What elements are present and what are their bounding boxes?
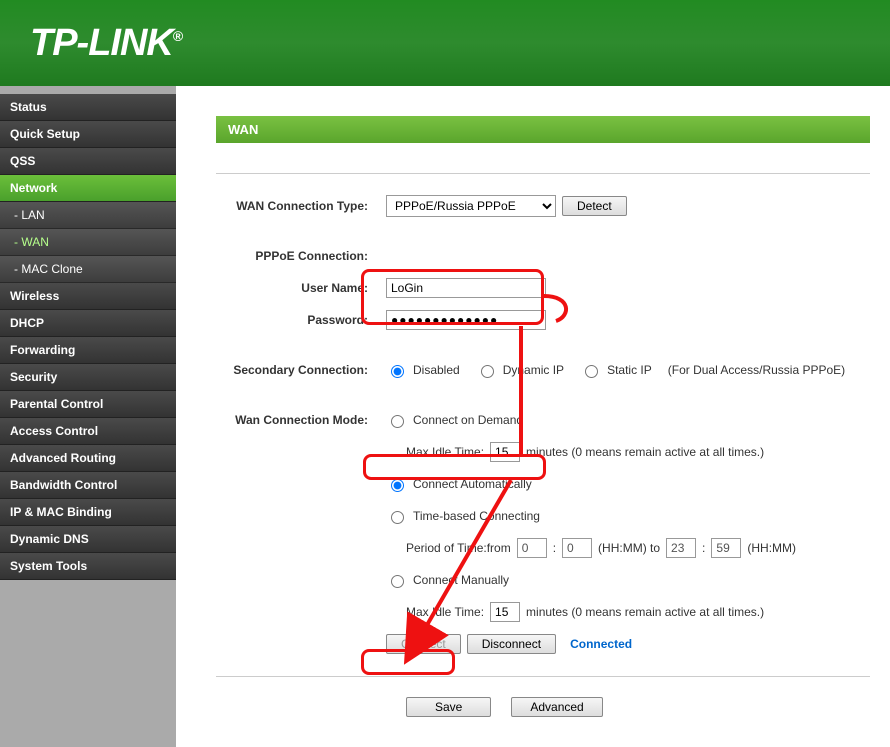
sidebar-item-advanced-routing[interactable]: Advanced Routing: [0, 445, 176, 472]
page-title: WAN: [216, 116, 870, 143]
sec-dynamic-text: Dynamic IP: [503, 363, 564, 377]
sidebar-item-qss[interactable]: QSS: [0, 148, 176, 175]
sidebar-item-access-control[interactable]: Access Control: [0, 418, 176, 445]
period-h1-input[interactable]: [517, 538, 547, 558]
connect-button[interactable]: Connect: [386, 634, 461, 654]
period-hhmm-text: (HH:MM) to: [598, 541, 660, 555]
username-label: User Name:: [216, 281, 386, 295]
sidebar-item-security[interactable]: Security: [0, 364, 176, 391]
advanced-button[interactable]: Advanced: [511, 697, 602, 717]
idle-time-label-2: Max Idle Time:: [406, 605, 484, 619]
pppoe-connection-label: PPPoE Connection:: [216, 249, 386, 263]
sidebar-item-bandwidth-control[interactable]: Bandwidth Control: [0, 472, 176, 499]
period-hhmm2-text: (HH:MM): [747, 541, 796, 555]
header: TP-LINK®: [0, 0, 890, 86]
secondary-connection-label: Secondary Connection:: [216, 363, 386, 377]
sidebar-item-dynamic-dns[interactable]: Dynamic DNS: [0, 526, 176, 553]
connection-status: Connected: [570, 637, 632, 651]
mode-demand-radio[interactable]: [391, 415, 404, 428]
detect-button[interactable]: Detect: [562, 196, 627, 216]
main-content: WAN WAN Connection Type: PPPoE/Russia PP…: [176, 86, 890, 747]
mode-time-text: Time-based Connecting: [413, 509, 540, 523]
mode-demand-text: Connect on Demand: [413, 413, 523, 427]
sidebar-item-dhcp[interactable]: DHCP: [0, 310, 176, 337]
period-h2-input[interactable]: [666, 538, 696, 558]
idle-time-input[interactable]: [490, 442, 520, 462]
idle-note-2: minutes (0 means remain active at all ti…: [526, 605, 764, 619]
sidebar-item-system-tools[interactable]: System Tools: [0, 553, 176, 580]
idle-time-input-2[interactable]: [490, 602, 520, 622]
mode-manual-text: Connect Manually: [413, 573, 509, 587]
mode-manual-radio[interactable]: [391, 575, 404, 588]
sidebar-item-parental-control[interactable]: Parental Control: [0, 391, 176, 418]
conn-type-label: WAN Connection Type:: [216, 199, 386, 213]
brand-logo: TP-LINK®: [30, 22, 182, 65]
sidebar-item-network[interactable]: Network: [0, 175, 176, 202]
sec-dynamic-radio[interactable]: [481, 365, 494, 378]
sidebar-sub-lan[interactable]: - LAN: [0, 202, 176, 229]
sidebar-sub-mac-clone[interactable]: - MAC Clone: [0, 256, 176, 283]
sec-disabled-text: Disabled: [413, 363, 460, 377]
sec-static-text: Static IP: [607, 363, 652, 377]
sidebar-item-status[interactable]: Status: [0, 94, 176, 121]
disconnect-button[interactable]: Disconnect: [467, 634, 556, 654]
sidebar-sub-wan[interactable]: - WAN: [0, 229, 176, 256]
sec-static-radio[interactable]: [585, 365, 598, 378]
save-button[interactable]: Save: [406, 697, 491, 717]
conn-type-select[interactable]: PPPoE/Russia PPPoE: [386, 195, 556, 217]
period-m2-input[interactable]: [711, 538, 741, 558]
mode-auto-radio[interactable]: [391, 479, 404, 492]
sidebar-item-wireless[interactable]: Wireless: [0, 283, 176, 310]
mode-time-radio[interactable]: [391, 511, 404, 524]
mode-auto-text: Connect Automatically: [413, 477, 532, 491]
password-input[interactable]: [386, 310, 546, 330]
mode-label: Wan Connection Mode:: [216, 413, 386, 427]
period-label: Period of Time:from: [406, 541, 511, 555]
sidebar-item-ip-mac-binding[interactable]: IP & MAC Binding: [0, 499, 176, 526]
sidebar-item-forwarding[interactable]: Forwarding: [0, 337, 176, 364]
username-input[interactable]: [386, 278, 546, 298]
sec-note: (For Dual Access/Russia PPPoE): [668, 363, 845, 377]
sec-disabled-radio[interactable]: [391, 365, 404, 378]
idle-time-label: Max Idle Time:: [406, 445, 484, 459]
password-label: Password:: [216, 313, 386, 327]
period-m1-input[interactable]: [562, 538, 592, 558]
idle-note: minutes (0 means remain active at all ti…: [526, 445, 764, 459]
sidebar-item-quick-setup[interactable]: Quick Setup: [0, 121, 176, 148]
sidebar: Status Quick Setup QSS Network - LAN - W…: [0, 86, 176, 747]
